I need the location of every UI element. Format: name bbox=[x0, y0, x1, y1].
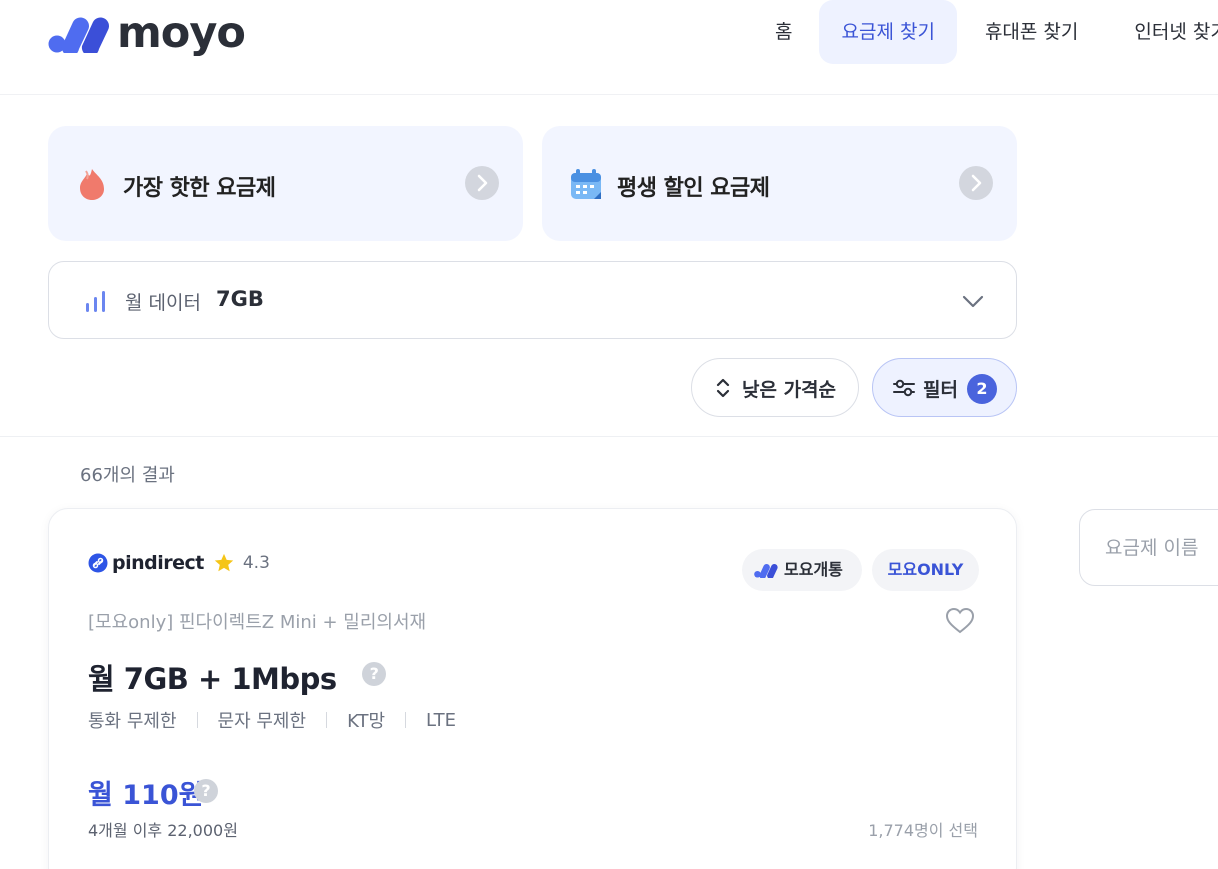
moyo-logo-mark-icon bbox=[754, 564, 778, 578]
plan-title: 월 7GB + 1Mbps ? bbox=[88, 656, 386, 698]
after-discount-price: 4개월 이후 22,000원 bbox=[88, 821, 238, 840]
brand-name: pindirect bbox=[112, 552, 204, 574]
main-nav: 홈 요금제 찾기 휴대폰 찾기 인터넷 찾기 bbox=[758, 0, 1218, 64]
calendar-icon bbox=[571, 169, 601, 199]
nav-home[interactable]: 홈 bbox=[758, 0, 797, 64]
feature-network: KT망 bbox=[347, 711, 386, 732]
feature-sms: 문자 무제한 bbox=[217, 711, 307, 732]
monthly-data-dropdown[interactable]: 월 데이터 7GB bbox=[48, 261, 1017, 339]
brand-row: pindirect 4.3 bbox=[88, 551, 270, 575]
promo-hot-label: 가장 핫한 요금제 bbox=[123, 176, 276, 201]
sort-label: 낮은 가격순 bbox=[742, 379, 837, 401]
sort-button[interactable]: 낮은 가격순 bbox=[691, 358, 859, 417]
heart-icon[interactable] bbox=[945, 607, 975, 635]
filter-count-badge: 2 bbox=[967, 374, 997, 404]
nav-phone-search[interactable]: 휴대폰 찾기 bbox=[957, 0, 1106, 64]
moyo-logo[interactable]: moyo bbox=[48, 8, 246, 58]
promo-lifetime-discount[interactable]: 평생 할인 요금제 bbox=[542, 126, 1017, 241]
question-icon[interactable]: ? bbox=[362, 662, 386, 686]
feature-separator bbox=[196, 712, 198, 728]
chevron-right-icon bbox=[465, 166, 499, 200]
pindirect-logo-icon bbox=[88, 553, 108, 573]
logo-text: moyo bbox=[117, 8, 246, 58]
data-filter-label: 월 데이터 bbox=[125, 292, 201, 314]
feature-tech: LTE bbox=[426, 709, 456, 731]
plan-title-text: 월 7GB + 1Mbps bbox=[88, 662, 337, 696]
tag-moyo-activation: 모요개통 bbox=[742, 549, 862, 591]
plan-name-search-input[interactable] bbox=[1105, 532, 1218, 564]
feature-call: 통화 무제한 bbox=[88, 711, 177, 732]
nav-internet-search[interactable]: 인터넷 찾기 bbox=[1106, 0, 1218, 64]
nav-plan-search[interactable]: 요금제 찾기 bbox=[819, 0, 957, 64]
fire-icon bbox=[80, 169, 104, 200]
chosen-count: 1,774명이 선택 bbox=[868, 821, 978, 840]
tag-moyo-only: 모요ONLY bbox=[872, 549, 979, 591]
plan-features: 통화 무제한 문자 무제한 KT망 LTE bbox=[88, 707, 456, 733]
star-icon bbox=[214, 553, 234, 572]
filter-button[interactable]: 필터 2 bbox=[872, 358, 1017, 417]
data-filter-value: 7GB bbox=[216, 287, 264, 311]
rating-value: 4.3 bbox=[242, 553, 270, 573]
header: moyo 홈 요금제 찾기 휴대폰 찾기 인터넷 찾기 bbox=[0, 0, 1218, 95]
sliders-icon bbox=[893, 379, 915, 397]
plan-subtitle: [모요only] 핀다이렉트Z Mini + 밀리의서재 bbox=[88, 612, 427, 633]
result-count: 66개의 결과 bbox=[80, 465, 175, 486]
feature-separator bbox=[326, 712, 328, 728]
plan-card[interactable]: pindirect 4.3 모요개통 모요ONLY [모요only] 핀다이렉트… bbox=[48, 508, 1017, 869]
plan-name-search bbox=[1079, 509, 1218, 586]
filter-label: 필터 bbox=[923, 379, 958, 401]
feature-separator bbox=[405, 712, 407, 728]
section-divider bbox=[0, 436, 1218, 437]
chevron-down-icon bbox=[962, 295, 984, 308]
tag-moyo-label: 모요개통 bbox=[784, 560, 843, 579]
signal-bars-icon bbox=[86, 291, 105, 312]
plan-price-text: 월 110원 bbox=[88, 780, 204, 811]
promo-lifetime-label: 평생 할인 요금제 bbox=[617, 176, 770, 201]
question-icon[interactable]: ? bbox=[194, 779, 218, 803]
plan-price: 월 110원 ? bbox=[88, 773, 218, 812]
promo-hot-plans[interactable]: 가장 핫한 요금제 bbox=[48, 126, 523, 241]
moyo-logo-mark-icon bbox=[48, 17, 109, 53]
sort-updown-icon bbox=[716, 378, 730, 398]
chevron-right-icon bbox=[959, 166, 993, 200]
